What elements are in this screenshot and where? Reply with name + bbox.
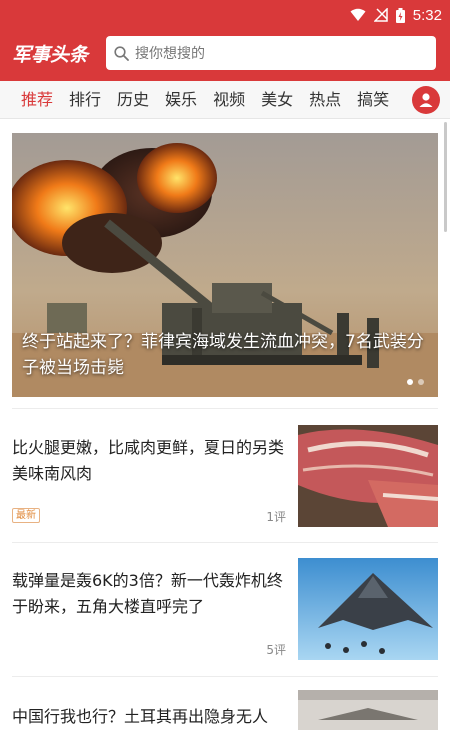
tab-ranking[interactable]: 排行 — [61, 81, 109, 119]
app-logo: 军事头条 — [12, 43, 89, 66]
bomber-image — [298, 558, 438, 660]
news-thumbnail[interactable] — [298, 690, 438, 730]
divider — [12, 676, 438, 677]
banner-headline[interactable]: 终于站起来了？菲律宾海域发生流血冲突，7名武装分子被当场击毙 — [22, 329, 428, 381]
news-title[interactable]: 载弹量是轰6K的3倍？新一代轰炸机终于盼来，五角大楼直呼完了 — [12, 568, 288, 620]
news-thumbnail[interactable] — [298, 558, 438, 660]
tab-recommend[interactable]: 推荐 — [13, 81, 61, 119]
top-header: 5:32 军事头条 搜你想搜的 — [0, 0, 450, 81]
indicator-dot — [418, 379, 424, 385]
news-comment-count: 1评 — [266, 510, 286, 524]
app-bar: 军事头条 搜你想搜的 — [0, 31, 450, 75]
news-thumbnail[interactable] — [298, 425, 438, 527]
status-bar: 5:32 — [350, 5, 442, 25]
headline-banner[interactable]: 终于站起来了？菲律宾海域发生流血冲突，7名武装分子被当场击毙 — [12, 133, 438, 397]
news-item-2[interactable]: 载弹量是轰6K的3倍？新一代轰炸机终于盼来，五角大楼直呼完了 5评 — [12, 558, 438, 662]
tab-history[interactable]: 历史 — [109, 81, 157, 119]
indicator-dot-active — [407, 379, 413, 385]
news-title[interactable]: 中国行我也行？土耳其再出隐身无人 — [12, 704, 288, 730]
search-icon — [114, 45, 129, 61]
drone-image — [298, 690, 438, 730]
tab-video[interactable]: 视频 — [205, 81, 253, 119]
user-profile-button[interactable] — [412, 85, 440, 114]
news-item-3[interactable]: 中国行我也行？土耳其再出隐身无人 — [12, 690, 438, 730]
ham-image — [298, 425, 438, 527]
tab-hot[interactable]: 热点 — [301, 81, 349, 119]
wifi-icon — [350, 8, 366, 21]
news-badge-latest: 最新 — [12, 508, 40, 523]
divider — [12, 408, 438, 409]
status-time: 5:32 — [412, 6, 442, 24]
news-item-1[interactable]: 比火腿更嫩，比咸肉更鲜，夏日的另类美味南风肉 最新 1评 — [12, 425, 438, 529]
battery-charging-icon — [395, 7, 405, 23]
tab-beauty[interactable]: 美女 — [253, 81, 301, 119]
page-indicator — [407, 379, 424, 385]
tab-funny[interactable]: 搞笑 — [349, 81, 397, 119]
signal-icon — [373, 8, 388, 22]
scrollbar[interactable] — [444, 122, 447, 232]
search-input[interactable]: 搜你想搜的 — [135, 43, 205, 63]
user-avatar-icon — [419, 92, 433, 107]
tab-entertainment[interactable]: 娱乐 — [157, 81, 205, 119]
divider — [12, 542, 438, 543]
news-title[interactable]: 比火腿更嫩，比咸肉更鲜，夏日的另类美味南风肉 — [12, 435, 288, 487]
search-box[interactable]: 搜你想搜的 — [106, 36, 436, 70]
category-tabs: 推荐 排行 历史 娱乐 视频 美女 热点 搞笑 — [0, 81, 450, 119]
news-comment-count: 5评 — [266, 643, 286, 657]
